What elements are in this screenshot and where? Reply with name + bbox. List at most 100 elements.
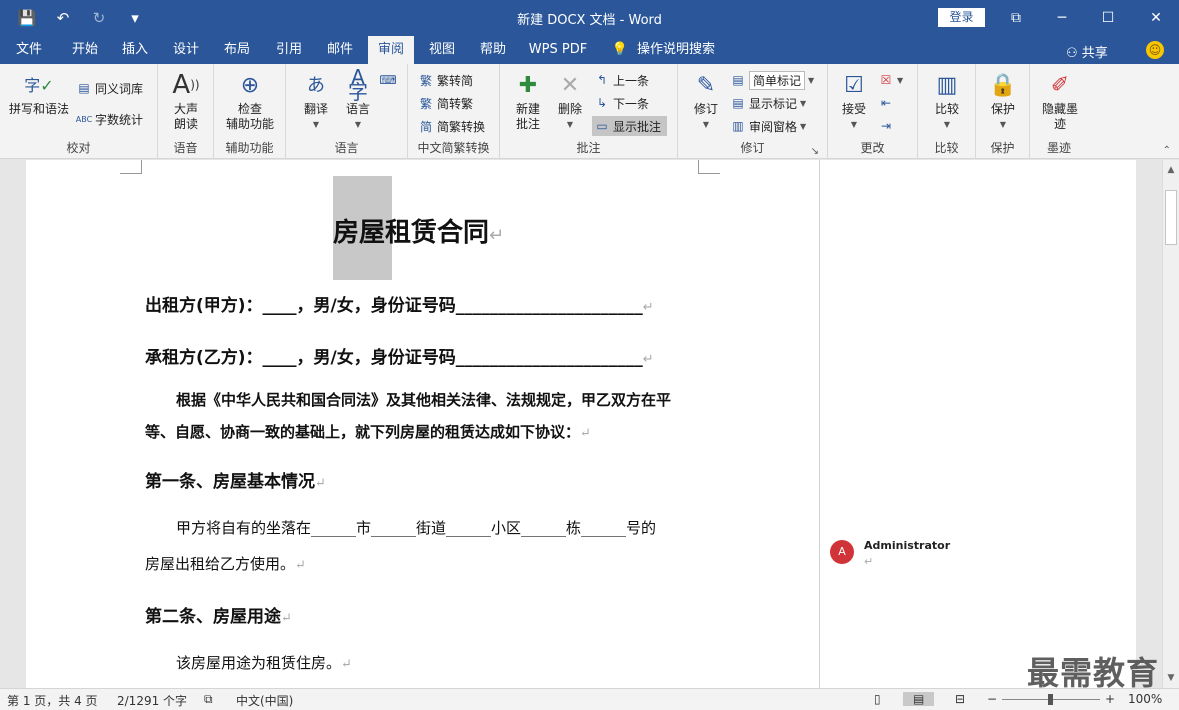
next-change-button[interactable]: ⇥ [878, 116, 894, 136]
check-accessibility-button[interactable]: ⊕ 检查 辅助功能 [222, 70, 278, 132]
tab-view[interactable]: 视图 [419, 36, 465, 64]
close-icon[interactable]: ✕ [1133, 0, 1179, 36]
tab-wps-pdf[interactable]: WPS PDF [522, 36, 594, 64]
spelling-grammar-button[interactable]: 字 ✓ 拼写和语法 [8, 70, 70, 117]
tab-references[interactable]: 引用 [266, 36, 312, 64]
track-changes-button[interactable]: ✎ 修订 ▼ [686, 70, 726, 132]
preamble-line-1[interactable]: 根据《中华人民共和国合同法》及其他相关法律、法规规定，甲乙双方在平 [176, 389, 671, 410]
tab-design[interactable]: 设计 [163, 36, 209, 64]
previous-change-icon: ⇤ [880, 96, 892, 110]
ribbon-display-options-icon[interactable]: ⧉ [993, 0, 1039, 36]
track-changes-icon: ✎ [696, 72, 716, 98]
accept-button[interactable]: ☑ 接受 ▼ [836, 70, 872, 132]
group-label-language: 语言 [334, 141, 359, 155]
translate-icon: あ [307, 74, 325, 96]
lessee-line[interactable]: 承租方(乙方)：____，男/女，身份证号码__________________… [145, 343, 654, 368]
scroll-thumb[interactable] [1165, 190, 1177, 245]
read-aloud-icon: A)) [172, 69, 200, 100]
print-layout-icon[interactable]: ▤ [903, 692, 935, 706]
group-accessibility: ⊕ 检查 辅助功能 辅助功能 [214, 64, 286, 159]
zoom-out-button[interactable]: − [987, 692, 997, 706]
compare-button[interactable]: ▥ 比较 ▼ [927, 70, 967, 132]
comment-avatar: A [830, 540, 854, 564]
document-title[interactable]: 房屋租赁合同↵ [333, 212, 504, 249]
vertical-scrollbar[interactable]: ▲ ▼ [1162, 160, 1179, 688]
article-2-heading[interactable]: 第二条、房屋用途↵ [145, 602, 292, 627]
group-protect: 🔒 保护 ▼ 保护 [976, 64, 1030, 159]
language-status[interactable]: 中文(中国) [236, 692, 293, 709]
proofing-status-icon[interactable]: ⧉ [204, 692, 213, 707]
zoom-slider-thumb[interactable] [1048, 694, 1053, 705]
word-count[interactable]: 2/1291 个字 [117, 692, 187, 709]
thesaurus-button[interactable]: ▤ 同义词库 [76, 78, 143, 98]
login-button[interactable]: 登录 [938, 8, 985, 27]
next-comment-button[interactable]: ↳ 下一条 [594, 93, 649, 113]
preamble-line-2[interactable]: 等、自愿、协商一致的基础上，就下列房屋的租赁达成如下协议：↵ [145, 421, 591, 442]
reject-button[interactable]: ☒ ▼ [878, 70, 904, 90]
previous-icon: ↰ [596, 73, 608, 87]
show-markup-button[interactable]: ▤ 显示标记 ▼ [730, 93, 806, 113]
share-label: 共享 [1081, 46, 1108, 61]
tracking-dialog-launcher-icon[interactable]: ↘ [811, 146, 819, 157]
compare-icon: ▥ [936, 72, 958, 98]
markup-select[interactable]: ▤ 简单标记 ▼ [730, 70, 814, 90]
document-area: 房屋租赁合同↵ 出租方(甲方)：____，男/女，身份证号码__________… [0, 160, 1162, 688]
tab-insert[interactable]: 插入 [112, 36, 158, 64]
accept-icon: ☑ [844, 72, 864, 98]
convert-button[interactable]: 简简繁转换 [418, 116, 485, 136]
web-layout-icon[interactable]: ⊟ [955, 692, 965, 706]
comment-body[interactable]: ↵ [864, 555, 873, 568]
read-mode-icon[interactable]: ▯ [874, 692, 881, 706]
protect-button[interactable]: 🔒 保护 ▼ [983, 70, 1023, 132]
lightbulb-icon: 💡 [611, 42, 629, 57]
zoom-in-button[interactable]: + [1105, 692, 1115, 706]
translate-button[interactable]: あ 翻译 ▼ [296, 70, 336, 132]
lock-icon: 🔒 [989, 72, 1017, 98]
maximize-icon[interactable]: ☐ [1085, 0, 1131, 36]
article-1-heading[interactable]: 第一条、房屋基本情况↵ [145, 467, 326, 492]
show-comments-button[interactable]: ▭ 显示批注 [592, 116, 668, 136]
group-label-changes: 更改 [860, 141, 885, 155]
tab-file[interactable]: 文件 [6, 36, 52, 64]
delete-comment-button[interactable]: ✕ 删除 ▼ [550, 70, 590, 132]
tab-review[interactable]: 审阅 [368, 36, 414, 64]
language-button[interactable]: A字 语言 ▼ [338, 67, 378, 132]
word-count-button[interactable]: ABC 字数统计 [76, 109, 143, 129]
tab-home[interactable]: 开始 [60, 36, 110, 64]
read-aloud-button[interactable]: A)) 大声 朗读 [164, 70, 208, 132]
hide-ink-button[interactable]: ✐ 隐藏墨 迹 [1036, 70, 1084, 132]
title-bar: 💾 ↶ ↻ ▾ 新建 DOCX 文档 - Word 登录 ⧉ ─ ☐ ✕ [0, 0, 1179, 36]
tab-help[interactable]: 帮助 [470, 36, 516, 64]
previous-comment-button[interactable]: ↰ 上一条 [594, 70, 649, 90]
scroll-down-icon[interactable]: ▼ [1163, 670, 1179, 686]
tab-layout[interactable]: 布局 [214, 36, 260, 64]
feedback-smiley-icon[interactable]: ☺ [1146, 41, 1164, 59]
scroll-up-icon[interactable]: ▲ [1163, 162, 1179, 178]
previous-change-button[interactable]: ⇤ [878, 93, 894, 113]
group-chinese-conversion: 繁繁转简 繁简转繁 简简繁转换 中文简繁转换 [408, 64, 500, 159]
group-label-accessibility: 辅助功能 [225, 141, 274, 155]
lessor-line[interactable]: 出租方(甲方)：____，男/女，身份证号码__________________… [145, 291, 654, 316]
simp-to-trad-button[interactable]: 繁简转繁 [418, 93, 473, 113]
article-2-line-1[interactable]: 该房屋用途为租赁住房。↵ [176, 652, 352, 673]
page-count[interactable]: 第 1 页，共 4 页 [7, 692, 98, 709]
spell-label: 拼写和语法 [8, 102, 69, 116]
article-1-line-1[interactable]: 甲方将自有的坐落在______市______街道______小区______栋_… [176, 517, 656, 538]
reject-icon: ☒ [880, 73, 892, 87]
zoom-level[interactable]: 100% [1128, 692, 1162, 706]
group-tracking: ✎ 修订 ▼ ▤ 简单标记 ▼ ▤ 显示标记 ▼ ▥ 审阅窗格 ▼ 修订 ↘ [678, 64, 828, 159]
trad-to-simp-icon: 繁 [419, 73, 432, 88]
language-extra-icon[interactable]: ⌨ [379, 70, 396, 90]
tab-mailings[interactable]: 邮件 [317, 36, 363, 64]
trad-to-simp-button[interactable]: 繁繁转简 [418, 70, 473, 90]
share-button[interactable]: ⚇ 共享 [1066, 42, 1108, 61]
minimize-icon[interactable]: ─ [1039, 0, 1085, 36]
new-comment-button[interactable]: ✚ 新建 批注 [508, 70, 548, 132]
review-pane-button[interactable]: ▥ 审阅窗格 ▼ [730, 116, 806, 136]
article-1-line-2[interactable]: 房屋出租给乙方使用。↵ [145, 553, 306, 574]
group-label-comments: 批注 [576, 141, 601, 155]
tell-me-search[interactable]: 操作说明搜索 [634, 36, 718, 64]
markup-pane: A Administrator ↵ [819, 160, 1136, 688]
margin-corner-tr [698, 160, 720, 174]
collapse-ribbon-icon[interactable]: ⌃ [1163, 145, 1171, 156]
